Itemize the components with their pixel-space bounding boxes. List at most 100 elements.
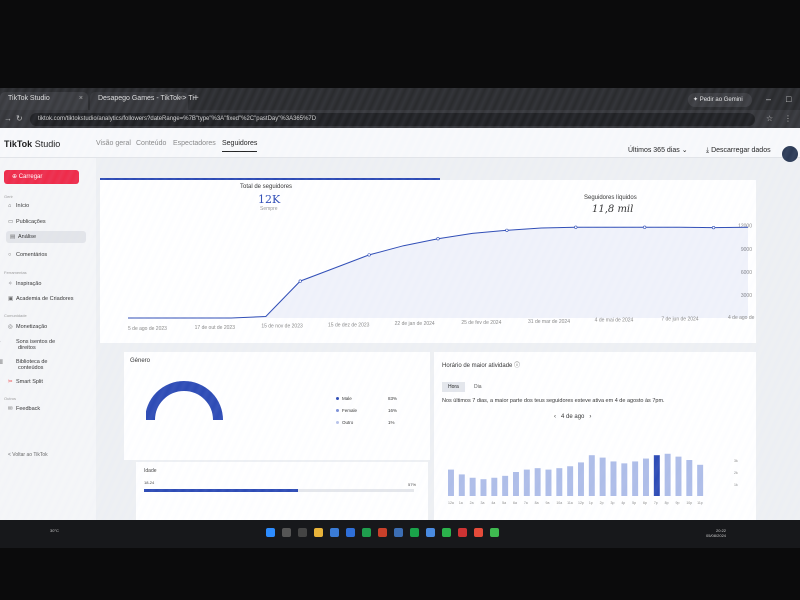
chevron-right-icon[interactable]: › <box>589 414 591 420</box>
sidebar-item-label: Academia de Criadores <box>16 296 74 302</box>
sidebar-item-academia[interactable]: ▣ Academia de Criadores <box>8 296 88 302</box>
browser-tab-tiktok-studio[interactable]: TikTok Studio × <box>0 92 88 110</box>
edge-icon[interactable] <box>330 528 339 537</box>
file-explorer-icon[interactable] <box>314 528 323 537</box>
hour-label: 1p <box>589 501 593 505</box>
hour-label: 7a <box>524 501 528 505</box>
upload-button[interactable]: ⊕ Carregar <box>4 170 79 184</box>
hour-label: 5a <box>502 501 506 505</box>
gender-donut-chart <box>146 381 223 421</box>
activity-bar <box>491 477 498 496</box>
close-icon[interactable]: × <box>179 95 183 102</box>
hour-label: 10a <box>556 501 562 505</box>
forward-icon[interactable]: → <box>4 114 12 123</box>
toggle-hour[interactable]: Hora <box>442 382 465 392</box>
hour-label: 2a <box>470 501 474 505</box>
activity-bar <box>621 463 628 496</box>
minimize-icon[interactable]: – <box>766 94 771 104</box>
comments-icon: ○ <box>8 252 12 258</box>
toggle-day[interactable]: Dia <box>468 382 488 392</box>
sidebar-item-label: Smart Split <box>16 379 43 385</box>
tiktok-studio-logo[interactable]: TikTok Studio <box>4 139 60 149</box>
hour-label: 7p <box>654 501 658 505</box>
app2-icon[interactable] <box>426 528 435 537</box>
hour-label: 6p <box>643 501 647 505</box>
info-icon[interactable]: ⓘ <box>514 363 520 369</box>
activity-bar <box>513 472 519 496</box>
tab-viewers[interactable]: Espectadores <box>173 140 216 147</box>
tab-content[interactable]: Conteúdo <box>136 140 166 147</box>
sidebar-item-comentarios[interactable]: ○ Comentários <box>8 252 88 258</box>
avatar[interactable] <box>782 146 798 162</box>
extensions-icon[interactable]: ⋮ <box>784 114 792 123</box>
word-icon[interactable] <box>394 528 403 537</box>
search-icon[interactable] <box>282 528 291 537</box>
followers-area <box>128 227 748 318</box>
sidebar-item-inicio[interactable]: ⌂ Início <box>8 203 88 209</box>
back-to-tiktok-link[interactable]: < Voltar ao TikTok <box>8 452 48 458</box>
store-icon[interactable] <box>346 528 355 537</box>
chevron-left-icon[interactable]: ‹ <box>554 414 556 420</box>
app3-icon[interactable] <box>458 528 467 537</box>
followers-point <box>711 226 716 230</box>
sidebar-item-sons[interactable]: ♪Sons isentos de direitos <box>0 339 68 351</box>
sidebar-item-smart-split[interactable]: ✂ Smart Split <box>8 379 88 385</box>
download-data-button[interactable]: ⤓ Descarregar dados <box>706 147 771 155</box>
url-field[interactable]: tiktok.com/tiktokstudio/analytics/follow… <box>30 113 755 126</box>
hour-label: 11a <box>567 501 573 505</box>
new-tab-button[interactable]: + <box>193 93 199 104</box>
chrome-icon[interactable] <box>474 528 483 537</box>
age-bar-fill <box>144 489 298 492</box>
x-tick-label: 22 de jan de 2024 <box>395 321 435 327</box>
hour-label: 5p <box>632 501 636 505</box>
analytics-icon: ▤ <box>10 234 16 240</box>
legend-dot <box>336 421 339 424</box>
date-range-select[interactable]: Últimos 365 dias ⌄ <box>628 146 688 154</box>
sidebar-item-label: Feedback <box>16 406 41 412</box>
age-row-value: 57% <box>408 482 417 487</box>
whatsapp-icon[interactable] <box>442 528 451 537</box>
system-clock[interactable]: 20:22 05/08/2024 <box>706 528 726 538</box>
maximize-icon[interactable]: □ <box>786 94 791 104</box>
browser-tab-desapego[interactable]: Desapego Games - TikTok > Ti × <box>90 92 194 110</box>
star-icon[interactable]: ☆ <box>766 114 773 123</box>
sidebar-item-label: Sons isentos de direitos <box>16 339 56 351</box>
sidebar-item-label: Monetização <box>16 324 48 330</box>
gender-row-other: Outro 1% <box>336 420 395 425</box>
weather-widget[interactable]: 30°C <box>50 528 59 533</box>
gemini-label: Pedir ao Gemini <box>699 97 743 103</box>
activity-bar <box>588 455 595 496</box>
x-tick-label: 15 de dez de 2023 <box>328 322 370 328</box>
sidebar-item-label: Publicações <box>16 219 46 225</box>
excel-icon[interactable] <box>362 528 371 537</box>
url-text: tiktok.com/tiktokstudio/analytics/follow… <box>38 116 317 122</box>
reload-icon[interactable]: ↻ <box>16 114 23 123</box>
sidebar-item-monetizacao[interactable]: ◎ Monetização <box>8 324 88 330</box>
x-tick-label: 15 de nov de 2023 <box>261 324 303 330</box>
app4-icon[interactable] <box>490 528 499 537</box>
activity-bar <box>567 466 574 496</box>
spotify-icon[interactable] <box>410 528 419 537</box>
activity-date: 4 de ago <box>561 414 585 420</box>
hour-label: 8p <box>665 501 669 505</box>
task-view-icon[interactable] <box>298 528 307 537</box>
sidebar-item-publicacoes[interactable]: ▭ Publicações <box>8 219 88 225</box>
start-icon[interactable] <box>266 528 275 537</box>
activity-bar <box>469 477 476 496</box>
gender-label: Male <box>342 396 352 401</box>
address-bar-row: → ↻ tiktok.com/tiktokstudio/analytics/fo… <box>0 110 800 128</box>
upload-label: Carregar <box>18 174 43 180</box>
academy-icon: ▣ <box>8 296 14 302</box>
tab-followers[interactable]: Seguidores <box>222 140 258 152</box>
sidebar-item-biblioteca[interactable]: ▥ Biblioteca de conteúdos <box>0 359 68 371</box>
app-icon[interactable] <box>378 528 387 537</box>
followers-point <box>298 279 302 283</box>
sidebar-item-feedback[interactable]: ✉ Feedback <box>8 406 88 412</box>
gemini-button[interactable]: ✦ Pedir ao Gemini <box>688 93 752 107</box>
download-icon: ⤓ <box>706 147 710 154</box>
sidebar-item-analise[interactable]: ▤ Análise <box>6 231 86 243</box>
split-icon: ✂ <box>8 379 13 385</box>
sidebar-item-inspiracao[interactable]: ✧ Inspiração <box>8 281 88 287</box>
close-icon[interactable]: × <box>79 95 83 102</box>
tab-overview[interactable]: Visão geral <box>96 140 131 147</box>
